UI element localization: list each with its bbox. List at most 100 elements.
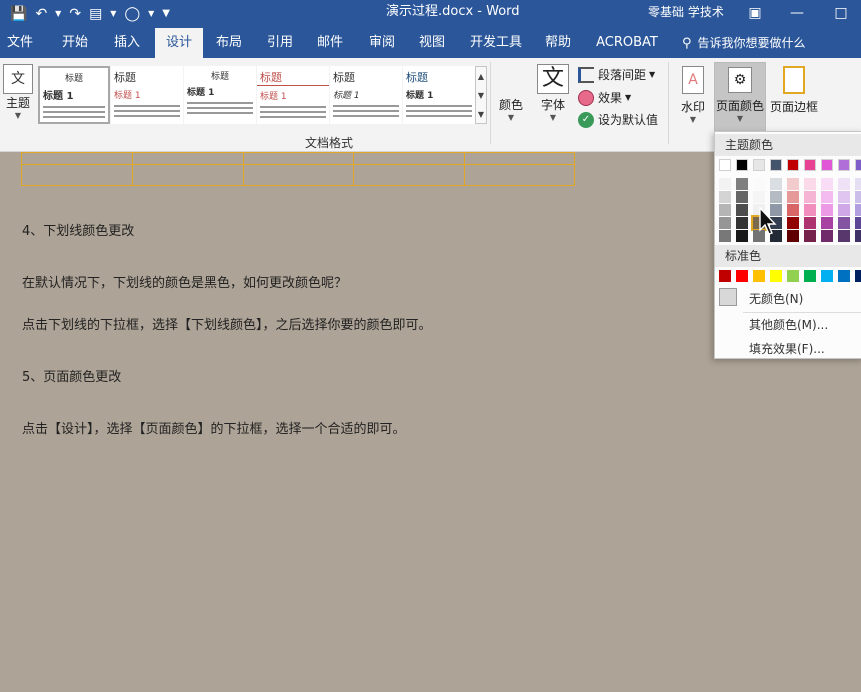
color-swatch[interactable] (855, 230, 861, 242)
style-set-item[interactable]: 标题 标题 1 (330, 66, 402, 124)
document-table[interactable] (21, 152, 575, 186)
touch-mode-icon[interactable]: ◯ (122, 4, 142, 24)
paragraph[interactable]: 点击【设计】，选择【页面颜色】的下拉框，选择一个合适的即可。 (22, 418, 406, 437)
style-set-item[interactable]: 标题 标题 1 (38, 66, 110, 124)
watermark-button[interactable]: A 水印 ▼ (676, 66, 710, 124)
standard-color-swatch[interactable] (770, 270, 782, 282)
touch-dropdown-icon[interactable]: ▼ (146, 4, 156, 24)
color-swatch[interactable] (719, 217, 731, 229)
color-swatch[interactable] (838, 159, 850, 171)
tab-mailings[interactable]: 邮件 (308, 28, 352, 58)
standard-color-swatch[interactable] (821, 270, 833, 282)
heading-underline-color[interactable]: 4、下划线颜色更改 (22, 220, 134, 239)
paragraph[interactable]: 在默认情况下，下划线的颜色是黑色，如何更改颜色呢？ (22, 272, 347, 291)
scroll-up-icon[interactable]: ▲ (476, 67, 486, 86)
standard-color-swatch[interactable] (719, 270, 731, 282)
color-swatch[interactable] (855, 191, 861, 203)
tab-file[interactable]: 文件 (0, 28, 40, 58)
color-swatch[interactable] (821, 217, 833, 229)
paragraph[interactable]: 点击下划线的下拉框，选择【下划线颜色】，之后选择你要的颜色即可。 (22, 314, 432, 333)
color-swatch[interactable] (804, 217, 816, 229)
color-swatch[interactable] (821, 178, 833, 190)
color-swatch[interactable] (855, 217, 861, 229)
tab-developer[interactable]: 开发工具 (464, 28, 528, 58)
color-swatch[interactable] (753, 178, 765, 190)
color-swatch[interactable] (719, 178, 731, 190)
color-swatch[interactable] (855, 178, 861, 190)
color-swatch[interactable] (821, 204, 833, 216)
color-swatch[interactable] (804, 191, 816, 203)
color-swatch[interactable] (719, 230, 731, 242)
standard-color-swatch[interactable] (787, 270, 799, 282)
effects-button[interactable]: 效果 ▼ (578, 89, 631, 106)
color-swatch[interactable] (736, 159, 748, 171)
user-name[interactable]: 零基础 学技术 (648, 4, 724, 20)
tab-help[interactable]: 帮助 (536, 28, 580, 58)
undo-icon[interactable]: ↶ (33, 4, 49, 24)
color-swatch[interactable] (787, 159, 799, 171)
redo-icon[interactable]: ↷ (67, 4, 83, 24)
standard-color-swatch[interactable] (753, 270, 765, 282)
color-swatch[interactable] (787, 204, 799, 216)
color-swatch[interactable] (821, 191, 833, 203)
style-set-item[interactable]: 标题 标题 1 (111, 66, 183, 124)
tab-layout[interactable]: 布局 (208, 28, 250, 58)
tab-acrobat[interactable]: ACROBAT (590, 28, 664, 58)
style-set-item[interactable]: 标题 标题 1 (257, 66, 329, 124)
color-swatch[interactable] (838, 230, 850, 242)
minimize-icon[interactable]: — (786, 2, 808, 24)
color-swatch[interactable] (838, 178, 850, 190)
color-swatch[interactable] (770, 159, 782, 171)
color-swatch[interactable] (821, 230, 833, 242)
color-swatch[interactable] (770, 178, 782, 190)
tab-design[interactable]: 设计 (155, 28, 203, 58)
color-swatch[interactable] (855, 204, 861, 216)
tab-home[interactable]: 开始 (50, 28, 100, 58)
color-swatch[interactable] (855, 159, 861, 171)
standard-color-swatch[interactable] (855, 270, 861, 282)
save-icon[interactable]: 💾 (8, 4, 29, 24)
gallery-more-icon[interactable]: ▼ (476, 105, 486, 124)
color-swatch[interactable] (719, 191, 731, 203)
maximize-icon[interactable]: □ (830, 2, 852, 24)
color-swatch[interactable] (838, 191, 850, 203)
colors-button[interactable]: 颜色 ▼ (494, 64, 528, 122)
color-swatch[interactable] (787, 191, 799, 203)
ribbon-display-options-icon[interactable]: ▣ (744, 2, 766, 24)
tell-me-search[interactable]: ⚲ 告诉我你想要做什么 (682, 34, 806, 53)
customize-qat-icon[interactable]: ▼ (160, 4, 172, 24)
color-swatch[interactable] (838, 204, 850, 216)
color-swatch[interactable] (753, 191, 765, 203)
format-dropdown-icon[interactable]: ▼ (108, 4, 118, 24)
color-swatch[interactable] (753, 159, 765, 171)
style-set-item[interactable]: 标题 标题 1 (184, 66, 256, 124)
color-swatch[interactable] (770, 191, 782, 203)
fill-effects-option[interactable]: 填充效果(F)... (749, 340, 825, 357)
color-swatch[interactable] (736, 217, 748, 229)
set-as-default-button[interactable]: ✓ 设为默认值 (578, 111, 658, 128)
tab-references[interactable]: 引用 (258, 28, 302, 58)
color-swatch[interactable] (838, 217, 850, 229)
undo-dropdown-icon[interactable]: ▼ (53, 4, 63, 24)
page-color-button[interactable]: ⚙ 页面颜色 ▼ (714, 62, 766, 132)
fonts-button[interactable]: 文 字体 ▼ (536, 64, 570, 122)
color-swatch[interactable] (804, 178, 816, 190)
standard-color-swatch[interactable] (804, 270, 816, 282)
color-swatch[interactable] (787, 178, 799, 190)
page-borders-button[interactable]: 页面边框 (768, 66, 820, 115)
style-set-item[interactable]: 标题 标题 1 (403, 66, 475, 124)
no-color-option[interactable]: 无颜色(N) (715, 288, 861, 310)
color-swatch[interactable] (736, 230, 748, 242)
color-swatch[interactable] (787, 217, 799, 229)
color-swatch[interactable] (736, 204, 748, 216)
tab-insert[interactable]: 插入 (104, 28, 150, 58)
color-swatch[interactable] (736, 191, 748, 203)
color-swatch[interactable] (736, 178, 748, 190)
color-swatch[interactable] (804, 204, 816, 216)
tab-view[interactable]: 视图 (410, 28, 454, 58)
standard-color-swatch[interactable] (736, 270, 748, 282)
color-swatch[interactable] (804, 230, 816, 242)
color-swatch[interactable] (804, 159, 816, 171)
color-swatch[interactable] (787, 230, 799, 242)
heading-page-color[interactable]: 5、页面颜色更改 (22, 366, 121, 385)
